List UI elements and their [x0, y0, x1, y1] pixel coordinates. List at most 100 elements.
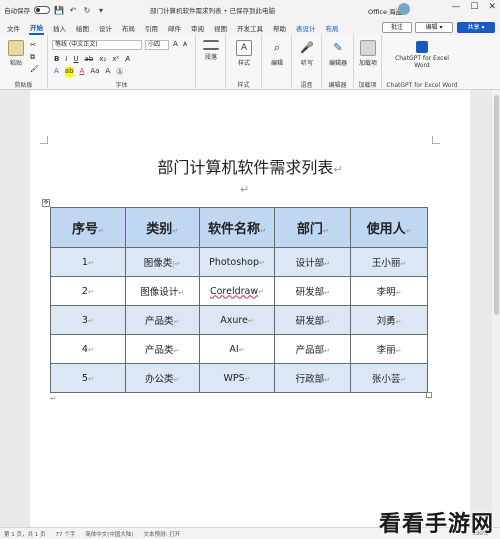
table-resize-handle[interactable] [426, 392, 432, 398]
table-cell[interactable]: 李丽↵ [350, 334, 428, 364]
table-cell[interactable]: 产品部↵ [274, 334, 352, 364]
requirements-table[interactable]: 序号↵ 类别↵ 软件名称↵ 部门↵ 使用人↵ 1↵ 图像类|↵ Photosho… [50, 207, 428, 393]
font-color-icon[interactable]: A [80, 67, 85, 77]
chatgpt-group: ChatGPT for Excel Word ChatGPT for Excel… [382, 35, 462, 90]
change-case-icon[interactable]: Aa [90, 67, 99, 77]
tab-design[interactable]: 设计 [98, 22, 113, 34]
table-cell[interactable]: 图像设计↵ [124, 276, 200, 306]
table-cell[interactable]: 设计部↵ [274, 247, 352, 277]
tab-table-design[interactable]: 表设计 [295, 22, 317, 34]
redo-icon[interactable]: ↻ [82, 6, 92, 15]
paragraph-mark: ↵ [50, 394, 57, 403]
minimize-button[interactable]: — [451, 2, 460, 12]
autosave-toggle[interactable] [34, 6, 50, 14]
user-name[interactable]: Office 海盗 [368, 6, 402, 16]
tab-review[interactable]: 审阅 [190, 22, 205, 34]
save-icon[interactable]: 💾 [54, 6, 64, 15]
enclose-char-icon[interactable]: Ⓐ [116, 67, 123, 77]
table-cell[interactable]: 刘勇↵ [350, 305, 428, 335]
addins-group-label: 加载项 [358, 82, 377, 89]
cut-icon[interactable]: ✂ [30, 41, 36, 49]
grow-font-icon[interactable]: A [173, 40, 178, 48]
table-cell[interactable]: WPS↵ [198, 363, 276, 393]
table-cell[interactable]: 王小丽↵ [350, 247, 428, 277]
phonetic-icon[interactable]: A [105, 67, 110, 77]
table-cell[interactable]: 3↵ [50, 305, 126, 335]
paste-button[interactable]: 粘贴 [6, 40, 26, 67]
editor-button[interactable]: ✎ 编辑器 [326, 40, 350, 67]
table-cell[interactable]: AI↵ [198, 334, 276, 364]
styles-button[interactable]: A 样式 [232, 40, 256, 67]
maximize-button[interactable]: ☐ [470, 2, 478, 12]
table-move-handle[interactable]: ✥ [42, 199, 50, 207]
subscript-icon[interactable]: x₂ [99, 55, 106, 63]
tab-table-layout[interactable]: 布局 [325, 22, 340, 34]
tab-mailings[interactable]: 邮件 [167, 22, 182, 34]
undo-icon[interactable]: ↶ [68, 6, 78, 15]
text-predictions[interactable]: 文本预测: 打开 [144, 530, 181, 538]
tab-home[interactable]: 开始 [29, 21, 44, 35]
table-cell[interactable]: 研发部↵ [274, 305, 352, 335]
dictate-button[interactable]: 🎤 听写 [296, 40, 318, 67]
table-cell[interactable]: Photoshop↵ [198, 247, 276, 277]
page-count[interactable]: 第 1 页，共 1 页 [4, 530, 46, 538]
superscript-icon[interactable]: x² [112, 55, 119, 63]
table-header-cell[interactable]: 类别↵ [124, 207, 200, 248]
table-cell[interactable]: 1↵ [50, 247, 126, 277]
highlight-icon[interactable]: ab [64, 67, 74, 77]
tab-view[interactable]: 视图 [213, 22, 228, 34]
page-corner-mark [432, 136, 440, 144]
table-cell[interactable]: 2↵ [50, 276, 126, 306]
clear-format-icon[interactable]: A̸ [125, 55, 130, 63]
comment-button[interactable]: 批注 [382, 22, 412, 33]
text-effects-icon[interactable]: A [54, 67, 59, 77]
bold-icon[interactable]: B [54, 55, 59, 63]
table-cell[interactable]: 李明↵ [350, 276, 428, 306]
document-heading[interactable]: 部门计算机软件需求列表↵ [30, 154, 470, 178]
word-count[interactable]: 77 个字 [56, 530, 76, 538]
editing-mode-button[interactable]: 编辑 ▾ [415, 22, 453, 33]
table-cell[interactable]: 5↵ [50, 363, 126, 393]
table-cell[interactable]: 产品类↵ [124, 305, 200, 335]
table-cell[interactable]: Coreldraw↵ [198, 276, 276, 306]
tab-insert[interactable]: 插入 [52, 22, 67, 34]
strikethrough-icon[interactable]: ab [85, 55, 94, 63]
table-header-cell[interactable]: 部门↵ [274, 207, 352, 248]
editor-group: ✎ 编辑器 编辑器 [322, 35, 354, 90]
tab-references[interactable]: 引用 [144, 22, 159, 34]
font-name-select[interactable]: 等线 (中文正文) [52, 40, 142, 50]
share-button[interactable]: 共享 ▾ [457, 22, 495, 33]
shrink-font-icon[interactable]: A [183, 41, 187, 48]
underline-icon[interactable]: U [73, 55, 78, 63]
tab-file[interactable]: 文件 [6, 22, 21, 34]
tab-developer[interactable]: 开发工具 [236, 22, 264, 34]
avatar[interactable] [398, 3, 410, 15]
chatgpt-button[interactable]: ChatGPT for Excel Word [392, 41, 452, 69]
font-size-select[interactable]: 小四 [145, 40, 169, 50]
table-cell[interactable]: 张小芸↵ [350, 363, 428, 393]
format-painter-icon[interactable]: 🖌 [30, 65, 39, 73]
tab-layout[interactable]: 布局 [121, 22, 136, 34]
table-cell[interactable]: 行政部↵ [274, 363, 352, 393]
table-cell[interactable]: 产品类↵ [124, 334, 200, 364]
table-cell[interactable]: 研发部↵ [274, 276, 352, 306]
table-header-cell[interactable]: 序号↵ [50, 207, 126, 248]
copy-icon[interactable]: ⧉ [30, 53, 35, 62]
customize-icon[interactable]: ▾ [96, 6, 106, 15]
table-header-cell[interactable]: 使用人↵ [350, 207, 428, 248]
table-cell[interactable]: 4↵ [50, 334, 126, 364]
editing-button[interactable]: ⌕ 编辑 [266, 40, 288, 67]
table-cell[interactable]: 办公类↵ [124, 363, 200, 393]
tab-help[interactable]: 帮助 [272, 22, 287, 34]
scrollbar-thumb[interactable] [494, 95, 499, 315]
italic-icon[interactable]: I [65, 55, 67, 63]
addins-button[interactable]: 加载项 [357, 40, 379, 67]
table-cell[interactable]: Axure↵ [198, 305, 276, 335]
table-header-cell[interactable]: 软件名称↵ [198, 207, 276, 248]
document-page[interactable]: 部门计算机软件需求列表↵ ↵ ✥ 序号↵ 类别↵ 软件名称↵ 部门↵ 使用人↵ … [30, 90, 470, 527]
table-cell[interactable]: 图像类|↵ [124, 247, 200, 277]
close-button[interactable]: ✕ [488, 2, 496, 12]
paragraph-button[interactable]: 段落 [200, 40, 222, 61]
language-indicator[interactable]: 简体中文(中国大陆) [85, 530, 133, 538]
tab-draw[interactable]: 绘图 [75, 22, 90, 34]
